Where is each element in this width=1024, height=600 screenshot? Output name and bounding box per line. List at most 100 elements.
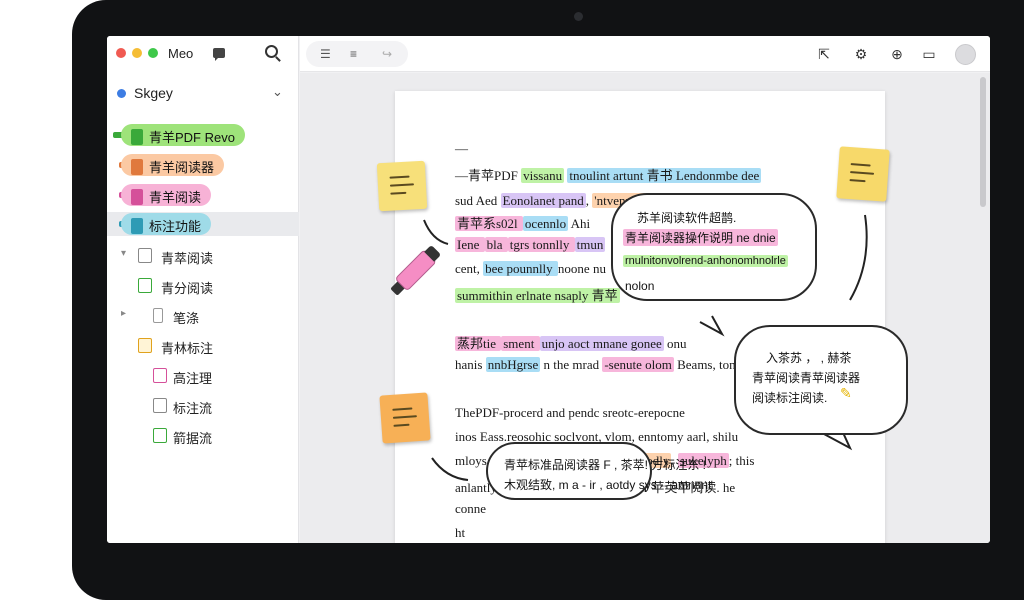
text-run: noone nu: [557, 261, 606, 276]
chat-icon[interactable]: [213, 48, 225, 61]
settings-icon[interactable]: ⚙: [852, 45, 870, 63]
redo-icon[interactable]: ↪: [382, 47, 392, 61]
highlight-label: 标注功能: [149, 219, 202, 234]
highlighted-text[interactable]: tgrs tonnlly: [507, 237, 575, 252]
camera: [574, 12, 583, 21]
tree-item-7[interactable]: 箭据流: [107, 424, 299, 448]
tree-item-6[interactable]: 标注流: [107, 394, 299, 418]
highlight-item-2[interactable]: 青羊阅读器: [107, 153, 299, 177]
text-run: hanis: [455, 357, 486, 372]
sticky-note-yellow-left[interactable]: [376, 160, 428, 212]
close-window-button[interactable]: [116, 48, 126, 58]
sticky-note-yellow-right[interactable]: [836, 146, 890, 202]
text-run: onu: [663, 336, 687, 351]
document-line: 青苹系s02l ocennlo Ahi: [455, 213, 590, 232]
highlighted-text[interactable]: bee pounnlly: [483, 261, 558, 276]
tree-item-5[interactable]: 高注理: [107, 364, 299, 388]
sparkle-icon: ✎: [840, 385, 852, 401]
list-icon[interactable]: ☰: [320, 47, 331, 61]
document-line: —青苹PDF vissanu tnoulint artunt 青书 Lendon…: [455, 165, 762, 184]
highlight-item-1[interactable]: 青羊PDF Revo: [107, 123, 299, 147]
comment-icon[interactable]: ▭: [920, 45, 938, 63]
text-run: —青苹PDF: [455, 168, 522, 183]
tree-label: 笔涤: [173, 311, 200, 326]
sticky-note-orange[interactable]: [379, 392, 431, 444]
tree-label: 青萃阅读: [161, 251, 214, 266]
annotate-icon: [153, 368, 167, 383]
highlight-item-3[interactable]: 青羊阅读: [107, 183, 299, 207]
callout-text: 入茶苏 ， , 赫茶: [766, 351, 852, 365]
workspace-name: Skgey: [134, 85, 173, 101]
document-icon: [153, 398, 167, 413]
caret-right-icon[interactable]: ▸: [121, 308, 126, 319]
document-line: ThePDF-procerd and pendc sreotc-erepocne: [455, 405, 685, 421]
callout-bubble-2[interactable]: 入茶苏 ， , 赫茶 青苹阅读青苹阅读器 阅读标注阅读. ✎: [734, 325, 908, 435]
workspace-dot-icon: [117, 89, 126, 98]
highlighter-icon: [131, 129, 143, 145]
highlighter-icon: [131, 189, 143, 205]
callout-bubble-3[interactable]: 青苹标准品阅读器 F , 茶萃! 方标注东 ! 木观结致, m a - ir ,…: [486, 442, 711, 500]
highlighted-text[interactable]: nnbHgrse: [485, 357, 541, 372]
maximize-window-button[interactable]: [148, 48, 158, 58]
highlight-label: 青羊阅读: [149, 190, 202, 205]
document-line: conne: [455, 501, 486, 517]
edit-note-icon: [138, 338, 152, 353]
highlighted-text[interactable]: unjo aoct mnane gonee: [539, 336, 664, 351]
callout-text: 木观结致, m a - ir , aotdy sys -- amnnnt: [504, 478, 712, 492]
document-line: cent, bee pounnlly noone nu: [455, 261, 606, 277]
highlighted-text[interactable]: Eonolanet pand: [500, 193, 586, 208]
document-line: 蒸邦tie sment unjo aoct mnane gonee onu: [455, 333, 687, 352]
tree-item-1[interactable]: ▾ 青萃阅读: [107, 244, 299, 268]
highlighted-text[interactable]: sment: [501, 336, 540, 351]
callout-text: 阅读标注阅读.: [752, 391, 828, 405]
highlighted-text[interactable]: ocennlo: [522, 216, 569, 231]
text-run: sud Aed: [455, 193, 501, 208]
highlighted-text[interactable]: Iene: [455, 237, 485, 252]
search-icon[interactable]: [265, 45, 278, 58]
scrollbar[interactable]: [980, 77, 986, 207]
highlight-pill: 青羊PDF Revo: [121, 124, 245, 146]
text-run: ThePDF-procerd and pendc sreotc-erepocne: [455, 405, 685, 420]
highlight-label: 青羊PDF Revo: [149, 130, 235, 145]
callout-text: 青羊阅读器操作说明 ne dnie: [623, 229, 778, 246]
text-run: —: [455, 141, 468, 156]
callout-text: rnulnitonvolrend-anhonomhnolrle: [623, 255, 788, 267]
tree-item-2[interactable]: 青分阅读: [107, 274, 299, 298]
text-run: ; this: [728, 453, 755, 468]
highlighted-text[interactable]: tnoulint artunt 青书 Lendonmbe dee: [567, 168, 762, 183]
zoom-icon[interactable]: ⊕: [888, 45, 906, 63]
share-icon[interactable]: ⇱: [815, 45, 833, 63]
window-titlebar: Meo: [107, 36, 299, 72]
highlighted-text[interactable]: summithin erlnate nsaply 青苹: [455, 288, 620, 303]
highlighted-text[interactable]: vissanu: [521, 168, 565, 183]
callout-text: nolon: [625, 279, 655, 293]
text-run: cent,: [455, 261, 484, 276]
text-run: conne: [455, 501, 487, 516]
highlighted-text[interactable]: bla: [484, 237, 508, 252]
minimize-window-button[interactable]: [132, 48, 142, 58]
caret-down-icon[interactable]: ▾: [121, 248, 126, 259]
workspace-selector[interactable]: Skgey ⌄: [107, 80, 299, 106]
document-line: —: [455, 141, 468, 157]
sidebar: Meo Skgey ⌄ 青羊PDF Revo 青羊阅读器 青羊阅读 标注功能 ▾…: [107, 36, 299, 543]
highlighted-text[interactable]: -senute olom: [602, 357, 674, 372]
document-line: ht: [455, 525, 465, 541]
highlighted-text[interactable]: 蒸邦tie: [455, 336, 502, 351]
tree-item-4[interactable]: 青林标注: [107, 334, 299, 358]
highlight-item-4[interactable]: 标注功能: [107, 212, 299, 236]
highlighter-icon: [131, 218, 143, 234]
app-name: Meo: [168, 46, 194, 61]
tool-group: ☰ ≡ ↪: [306, 41, 408, 67]
callout-bubble-1[interactable]: 苏羊阅读软件超鹊. 青羊阅读器操作说明 ne dnie rnulnitonvol…: [611, 193, 817, 301]
tree-label: 青分阅读: [161, 281, 214, 296]
tree-item-3[interactable]: ▸ 笔涤: [107, 304, 299, 328]
chevron-down-icon[interactable]: ⌄: [272, 84, 283, 100]
document-line: Iene bla tgrs tonnlly tmun: [455, 237, 606, 253]
outline-icon[interactable]: ≡: [350, 47, 357, 61]
highlighted-text[interactable]: 青苹系s02l: [455, 216, 523, 231]
highlighted-text[interactable]: tmun: [574, 237, 606, 252]
text-run: Ahi: [568, 216, 591, 231]
page-icon: [153, 308, 163, 323]
avatar[interactable]: [955, 44, 976, 65]
highlight-pill: 青羊阅读器: [121, 154, 225, 176]
